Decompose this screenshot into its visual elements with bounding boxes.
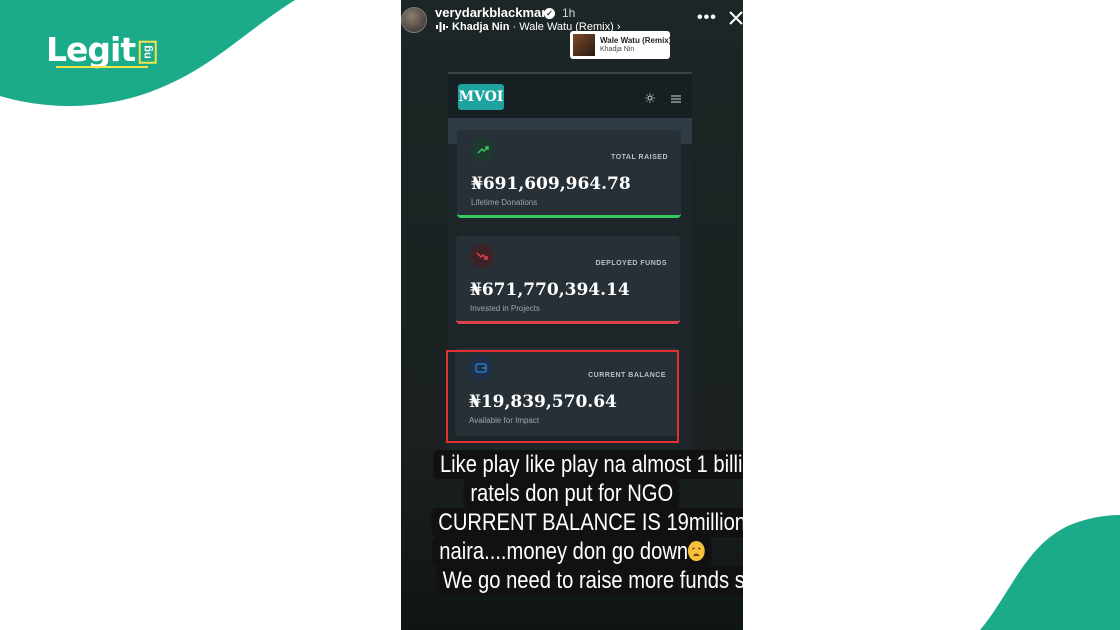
trending-up-icon — [471, 138, 495, 162]
card-subtitle: Lifetime Donations — [471, 198, 538, 207]
story-caption: Like play like play na almost 1 billion … — [401, 450, 743, 595]
card-amount: ₦671,770,394.14 — [470, 280, 630, 300]
card-label: TOTAL RAISED — [611, 154, 668, 161]
app-topbar: MVOI — [448, 72, 692, 118]
brand-blob-bottom-right — [980, 515, 1120, 630]
music-artist: Khadja Nin — [452, 21, 510, 33]
caption-line: naira....money don go down — [439, 538, 688, 565]
card-subtitle: Invested in Projects — [470, 304, 540, 313]
username[interactable]: verydarkblackman — [435, 5, 549, 20]
track-artist: Khadja Nin — [600, 46, 635, 53]
caption-line: ratels don put for NGO — [463, 479, 681, 508]
caption-line: CURRENT BALANCE IS 19million — [431, 508, 743, 537]
logo-suffix: ng — [138, 39, 157, 64]
caption-line: Like play like play na almost 1 billion — [433, 450, 743, 479]
avatar[interactable] — [401, 7, 427, 33]
logo-text: Legit — [46, 30, 136, 69]
card-label: DEPLOYED FUNDS — [595, 260, 667, 267]
verified-badge-icon: ✓ — [544, 8, 555, 19]
page: Legit ng verydarkblackman ✓ 1h Khadja Ni… — [0, 0, 1120, 630]
stat-card-deployed-funds: DEPLOYED FUNDS ₦671,770,394.14 Invested … — [456, 236, 680, 324]
close-icon[interactable] — [728, 10, 743, 26]
legit-logo[interactable]: Legit ng — [46, 30, 160, 69]
caption-line-with-emoji: naira....money don go down — [432, 537, 712, 566]
sun-icon[interactable] — [645, 93, 655, 103]
stat-card-total-raised: TOTAL RAISED ₦691,609,964.78 Lifetime Do… — [457, 130, 681, 218]
caption-line: We go need to raise more funds soon o — [435, 566, 743, 595]
track-title: Wale Watu (Remix) — [600, 36, 672, 45]
music-sticker[interactable]: Wale Watu (Remix) Khadja Nin — [570, 31, 672, 59]
logo-underline — [56, 66, 148, 68]
card-amount: ₦691,609,964.78 — [471, 174, 631, 194]
mvoi-logo[interactable]: MVOI — [458, 84, 504, 110]
trending-down-icon — [470, 244, 494, 268]
more-icon[interactable]: ••• — [697, 9, 717, 27]
menu-icon[interactable] — [671, 95, 681, 103]
post-time: 1h — [562, 6, 576, 20]
story-panel: verydarkblackman ✓ 1h Khadja Nin · Wale … — [401, 0, 743, 630]
music-separator: · — [509, 21, 520, 33]
red-highlight-box — [446, 350, 679, 443]
music-bars-icon — [436, 22, 448, 32]
album-art — [573, 34, 595, 56]
weary-face-emoji — [687, 541, 705, 561]
